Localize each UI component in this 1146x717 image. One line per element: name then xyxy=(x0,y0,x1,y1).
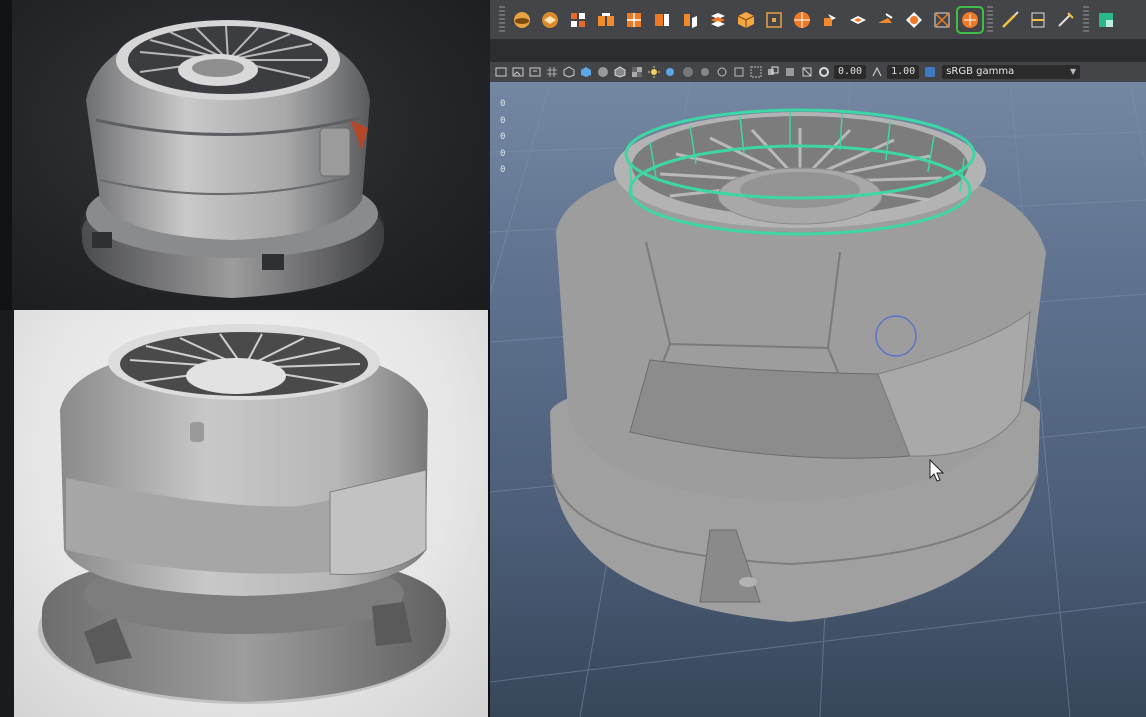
reference-render-dark xyxy=(0,0,490,310)
depth-of-field-icon[interactable] xyxy=(732,66,745,79)
bevel-icon[interactable] xyxy=(538,8,562,32)
shelf-separator xyxy=(987,5,993,34)
isolate-select-icon[interactable] xyxy=(749,66,762,79)
shelf-grip[interactable] xyxy=(499,5,505,34)
wireframe-icon[interactable] xyxy=(562,66,575,79)
heads-up-display: 0 0 0 0 0 xyxy=(500,96,505,179)
reference-render-light xyxy=(0,310,488,717)
multicut-icon[interactable] xyxy=(998,8,1022,32)
separate-icon[interactable] xyxy=(650,8,674,32)
offset-loop-icon[interactable] xyxy=(1054,8,1078,32)
grid-icon[interactable] xyxy=(545,66,558,79)
fill-hole-icon[interactable] xyxy=(846,8,870,32)
extract-icon[interactable] xyxy=(678,8,702,32)
shelf-separator xyxy=(1083,5,1089,34)
textured-icon[interactable] xyxy=(630,66,643,79)
cut-faces-icon[interactable] xyxy=(930,8,954,32)
motion-blur-icon[interactable] xyxy=(698,66,711,79)
split-icon[interactable] xyxy=(818,8,842,32)
chevron-down-icon: ▼ xyxy=(1070,67,1077,76)
booleans-icon[interactable] xyxy=(706,8,730,32)
smooth-icon[interactable] xyxy=(956,5,984,34)
hud-value: 0 xyxy=(500,99,506,109)
light-render-image xyxy=(38,324,450,704)
combine-icon[interactable] xyxy=(622,8,646,32)
ambient-occlusion-icon[interactable] xyxy=(681,66,694,79)
select-camera-icon[interactable] xyxy=(494,66,507,79)
xray-components-icon[interactable] xyxy=(800,66,813,79)
anti-aliasing-icon[interactable] xyxy=(715,66,728,79)
use-default-material-icon[interactable] xyxy=(596,66,609,79)
perspective-view xyxy=(490,82,1146,717)
panel-toolbar: 0.00 1.00 sRGB gamma ▼ xyxy=(490,62,1146,82)
dark-render-image xyxy=(80,20,384,298)
view-transform-dropdown[interactable]: sRGB gamma ▼ xyxy=(942,65,1081,79)
gamma-icon[interactable] xyxy=(870,66,883,79)
camera-attributes-icon[interactable] xyxy=(528,66,541,79)
hud-value: 0 xyxy=(500,148,506,159)
hud-value: 0 xyxy=(500,132,506,142)
append-icon[interactable] xyxy=(902,8,926,32)
view-transform-value: sRGB gamma xyxy=(946,66,1015,77)
status-strip xyxy=(490,40,1146,62)
uv-icon[interactable] xyxy=(762,8,786,32)
shadows-icon[interactable] xyxy=(664,66,677,79)
3d-viewport[interactable]: 0 0 0 0 0 xyxy=(490,82,1146,717)
sphere-icon[interactable] xyxy=(510,8,534,32)
xray-icon[interactable] xyxy=(766,66,779,79)
bridge-icon[interactable] xyxy=(594,8,618,32)
wedge-icon[interactable] xyxy=(874,8,898,32)
cube-icon[interactable] xyxy=(734,8,758,32)
xray-joints-icon[interactable] xyxy=(783,66,796,79)
hud-value: 0 xyxy=(500,115,506,126)
hud-value: 0 xyxy=(500,165,506,175)
slide-edge-icon[interactable] xyxy=(1094,8,1118,32)
smooth-shade-icon[interactable] xyxy=(579,66,592,79)
edge-loop-icon[interactable] xyxy=(1026,8,1050,32)
exposure-icon[interactable] xyxy=(817,66,830,79)
exposure-field[interactable]: 0.00 xyxy=(834,65,867,79)
image-plane-icon[interactable] xyxy=(511,66,524,79)
maya-window: 0.00 1.00 sRGB gamma ▼ 0 0 0 0 0 xyxy=(490,0,1146,717)
lights-icon[interactable] xyxy=(647,66,660,79)
gamma-field[interactable]: 1.00 xyxy=(887,65,920,79)
polygon-shelf xyxy=(490,0,1146,40)
color-management-icon[interactable] xyxy=(923,66,936,79)
target-weld-icon[interactable] xyxy=(790,8,814,32)
wireframe-on-shaded-icon[interactable] xyxy=(613,66,626,79)
extrude-icon[interactable] xyxy=(566,8,590,32)
